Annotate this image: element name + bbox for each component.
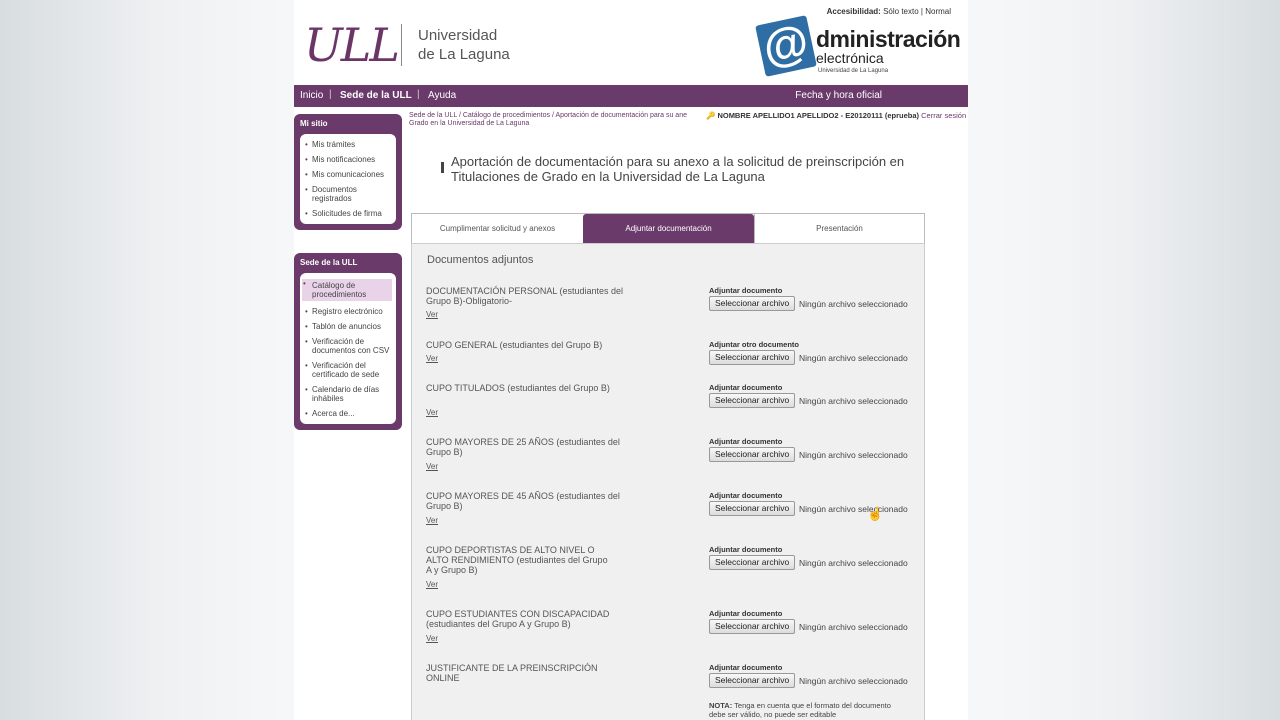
text-only-link[interactable]: Sólo texto [883,7,919,16]
select-file-button[interactable]: Seleccionar archivo [709,393,796,408]
upload-title: Adjuntar documento [709,609,783,618]
upload-title: Adjuntar documento [709,545,783,554]
sidebar-list: Mis trámites Mis notificaciones Mis comu… [300,134,396,224]
select-file-button[interactable]: Seleccionar archivo [709,447,796,462]
key-icon: 🔑 [706,111,716,120]
file-status: Ningún archivo seleccionado [799,450,908,460]
sidebar-sede: Sede de la ULL Catálogo de procedimiento… [294,253,402,430]
panel-heading: Documentos adjuntos [427,254,534,266]
ull-logo[interactable]: ULL [304,22,400,68]
accessibility-bar: Accesibilidad: Sólo texto | Normal [827,7,951,16]
university-name-line1: Universidad [418,27,498,44]
sidebar-mi-sitio: Mi sitio Mis trámites Mis notificaciones… [294,114,402,230]
nav-inicio[interactable]: Inicio [300,90,323,101]
sidebar-item-mis-notificaciones[interactable]: Mis notificaciones [304,155,392,164]
file-status: Ningún archivo seleccionado [799,504,908,514]
document-label: DOCUMENTACIÓN PERSONAL (estudiantes del … [426,286,624,306]
nav-ayuda[interactable]: Ayuda [428,90,456,101]
admin-logo-sub: electrónica [816,50,884,66]
view-link[interactable]: Ver [426,462,438,471]
sidebar-item-verificacion-certificado[interactable]: Verificación del certificado de sede [304,361,392,379]
header: ULL Universidad de La Laguna Accesibilid… [294,0,968,85]
nav-sede[interactable]: Sede de la ULL [340,90,412,101]
select-file-button[interactable]: Seleccionar archivo [709,619,796,634]
documents-panel: Documentos adjuntos DOCUMENTACIÓN PERSON… [411,243,925,720]
official-time-link[interactable]: Fecha y hora oficial [795,90,882,101]
upload-title: Adjuntar documento [709,437,783,446]
nav-separator: | [417,89,420,100]
breadcrumb-line2[interactable]: Grado en la Universidad de La Laguna [409,120,959,128]
tab-cumplimentar[interactable]: Cumplimentar solicitud y anexos [412,214,583,243]
note-label: NOTA: [709,701,733,710]
sidebar-item-verificacion-csv[interactable]: Verificación de documentos con CSV [304,337,392,355]
admin-electronica-logo[interactable]: @ dministración electrónica Universidad … [755,14,961,78]
logout-link[interactable]: Cerrar sesión [921,111,966,120]
logo-divider [401,24,402,66]
step-tabs: Cumplimentar solicitud y anexos Adjuntar… [411,213,925,243]
select-file-button[interactable]: Seleccionar archivo [709,673,796,688]
normal-link[interactable]: Normal [925,7,951,16]
page: ULL Universidad de La Laguna Accesibilid… [294,0,968,720]
document-label: CUPO ESTUDIANTES CON DISCAPACIDAD (estud… [426,609,610,629]
file-status: Ningún archivo seleccionado [799,353,908,363]
view-link[interactable]: Ver [426,634,438,643]
sidebar-list: Catálogo de procedimientos Registro elec… [300,273,396,424]
sidebar-title: Sede de la ULL [300,258,358,267]
upload-title: Adjuntar otro documento [709,340,799,349]
document-label: JUSTIFICANTE DE LA PREINSCRIPCIÓN ONLINE [426,663,598,683]
accessibility-separator: | [920,7,923,16]
upload-title: Adjuntar documento [709,663,783,672]
sidebar-item-documentos-registrados[interactable]: Documentos registrados [304,185,392,203]
upload-title: Adjuntar documento [709,383,783,392]
document-label: CUPO DEPORTISTAS DE ALTO NIVEL O ALTO RE… [426,545,608,575]
sidebar-item-calendario[interactable]: Calendario de días inhábiles [304,385,392,403]
sidebar-item-registro[interactable]: Registro electrónico [304,307,392,316]
select-file-button[interactable]: Seleccionar archivo [709,501,796,516]
tab-presentacion[interactable]: Presentación [754,214,924,243]
file-status: Ningún archivo seleccionado [799,396,908,406]
user-info: 🔑 NOMBRE APELLIDO1 APELLIDO2 - E20120111… [706,111,966,120]
select-file-button[interactable]: Seleccionar archivo [709,296,796,311]
format-note: NOTA: Tenga en cuenta que el formato del… [709,701,909,719]
sidebar-title: Mi sitio [300,119,328,128]
view-link[interactable]: Ver [426,408,438,417]
upload-title: Adjuntar documento [709,286,783,295]
view-link[interactable]: Ver [426,516,438,525]
select-file-button[interactable]: Seleccionar archivo [709,350,796,365]
sidebar-item-solicitudes-firma[interactable]: Solicitudes de firma [304,209,392,218]
sidebar-item-tablon[interactable]: Tablón de anuncios [304,322,392,331]
university-name: Universidad de La Laguna [418,26,510,64]
document-label: CUPO MAYORES DE 45 AÑOS (estudiantes del… [426,491,620,511]
file-status: Ningún archivo seleccionado [799,622,908,632]
note-text: Tenga en cuenta que el formato del docum… [709,701,891,719]
user-name: NOMBRE APELLIDO1 APELLIDO2 - E20120111 (… [717,111,920,120]
file-status: Ningún archivo seleccionado [799,299,908,309]
university-name-line2: de La Laguna [418,46,510,63]
page-title: Aportación de documentación para su anex… [451,154,905,184]
file-status: Ningún archivo seleccionado [799,676,908,686]
document-label: CUPO GENERAL (estudiantes del Grupo B) [426,340,603,350]
admin-logo-university: Universidad de La Laguna [818,68,889,74]
document-label: CUPO MAYORES DE 25 AÑOS (estudiantes del… [426,437,620,457]
sidebar-item-mis-comunicaciones[interactable]: Mis comunicaciones [304,170,392,179]
sidebar-item-mis-tramites[interactable]: Mis trámites [304,140,392,149]
select-file-button[interactable]: Seleccionar archivo [709,555,796,570]
title-marker [441,162,444,173]
admin-logo-word: dministración [816,26,961,52]
sidebar-item-catalogo[interactable]: Catálogo de procedimientos [302,279,392,301]
view-link[interactable]: Ver [426,354,438,363]
document-label: CUPO TITULADOS (estudiantes del Grupo B) [426,383,610,393]
sidebar-item-acerca[interactable]: Acerca de... [304,409,392,418]
at-sign-icon: @ [755,14,817,77]
file-status: Ningún archivo seleccionado [799,558,908,568]
tab-adjuntar[interactable]: Adjuntar documentación [583,214,754,243]
main-nav: Inicio | Sede de la ULL | Ayuda Fecha y … [294,85,968,107]
view-link[interactable]: Ver [426,310,438,319]
upload-title: Adjuntar documento [709,491,783,500]
view-link[interactable]: Ver [426,580,438,589]
nav-separator: | [329,89,332,100]
hand-cursor-icon: ☝ [867,506,884,521]
accessibility-label: Accesibilidad: [826,7,881,16]
